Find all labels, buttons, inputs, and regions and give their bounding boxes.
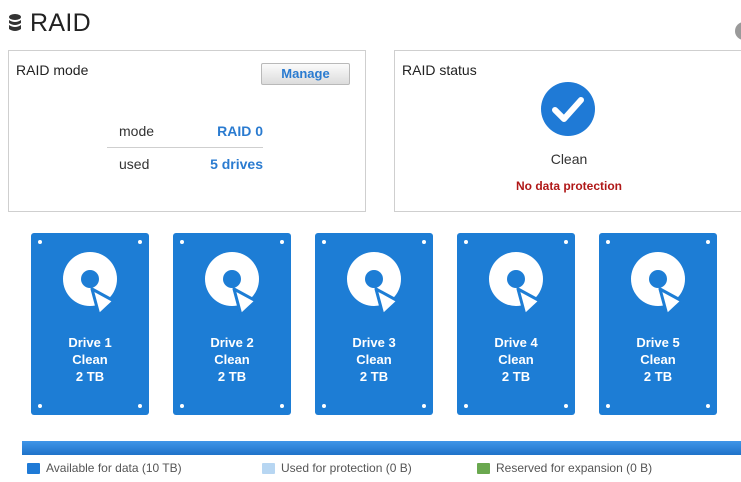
used-value: 5 drives (210, 156, 263, 172)
drive-tile[interactable]: Drive 4 Clean 2 TB (457, 233, 575, 415)
raid-protection-warning: No data protection (515, 179, 622, 193)
raid-mode-title: RAID mode (16, 62, 89, 78)
help-icon[interactable]: ? (735, 22, 741, 40)
hard-drive-icon (347, 252, 401, 317)
legend-swatch (477, 462, 490, 474)
drive-size: 2 TB (643, 369, 673, 384)
drive-name: Drive 3 (352, 335, 396, 350)
drive-tile[interactable]: Drive 2 Clean 2 TB (173, 233, 291, 415)
used-label: used (119, 156, 150, 172)
legend-swatch (262, 462, 275, 474)
legend-swatch (27, 462, 40, 474)
raid-mode-panel: RAID mode Manage mode RAID 0 used 5 driv… (8, 50, 366, 212)
screw-dot (38, 404, 42, 408)
mode-value: RAID 0 (217, 123, 263, 139)
drive-name: Drive 1 (68, 335, 112, 350)
screw-dot (606, 240, 610, 244)
drive-status: Clean (640, 352, 676, 367)
screw-dot (138, 240, 142, 244)
database-icon (9, 14, 21, 31)
screw-dot (464, 404, 468, 408)
raid-status-panel: RAID status Clean No data protection (394, 50, 741, 212)
screw-dot (464, 240, 468, 244)
screw-dot (606, 404, 610, 408)
page-header: RAID (8, 6, 91, 40)
raid-status-text: Clean (550, 151, 588, 167)
hard-drive-icon (489, 252, 543, 317)
screw-dot (422, 240, 426, 244)
mode-label: mode (119, 123, 155, 139)
drive-tile[interactable]: Drive 1 Clean 2 TB (31, 233, 149, 415)
hard-drive-icon (631, 252, 685, 317)
legend-protection: Used for protection (0 B) (262, 461, 412, 475)
legend-available: Available for data (10 TB) (27, 461, 182, 475)
screw-dot (322, 240, 326, 244)
raid-status-title: RAID status (402, 62, 477, 78)
drive-status: Clean (214, 352, 250, 367)
page-title: RAID (30, 8, 91, 37)
drive-name: Drive 4 (494, 335, 538, 350)
screw-dot (180, 240, 184, 244)
drive-size: 2 TB (359, 369, 389, 384)
legend-label: Used for protection (0 B) (281, 461, 412, 475)
screw-dot (564, 404, 568, 408)
legend-label: Reserved for expansion (0 B) (496, 461, 653, 475)
drive-name: Drive 5 (636, 335, 680, 350)
drive-tile[interactable]: Drive 3 Clean 2 TB (315, 233, 433, 415)
capacity-bar (22, 441, 741, 455)
hard-drive-icon (205, 252, 259, 317)
screw-dot (180, 404, 184, 408)
checkmark-icon (541, 82, 595, 136)
raid-mode-table: mode RAID 0 used 5 drives (107, 115, 263, 180)
screw-dot (280, 404, 284, 408)
manage-button[interactable]: Manage (261, 63, 350, 85)
legend-expansion: Reserved for expansion (0 B) (477, 461, 652, 475)
hard-drive-icon (63, 252, 117, 317)
screw-dot (322, 404, 326, 408)
screw-dot (38, 240, 42, 244)
drive-status: Clean (356, 352, 392, 367)
legend-label: Available for data (10 TB) (46, 461, 182, 475)
drive-name: Drive 2 (210, 335, 254, 350)
mode-row: mode RAID 0 (107, 115, 263, 147)
screw-dot (422, 404, 426, 408)
screw-dot (138, 404, 142, 408)
drive-status: Clean (72, 352, 108, 367)
screw-dot (280, 240, 284, 244)
drive-status: Clean (498, 352, 534, 367)
drive-size: 2 TB (217, 369, 247, 384)
drive-size: 2 TB (75, 369, 105, 384)
screw-dot (706, 240, 710, 244)
drive-tile[interactable]: Drive 5 Clean 2 TB (599, 233, 717, 415)
used-row: used 5 drives (107, 148, 263, 180)
screw-dot (564, 240, 568, 244)
screw-dot (706, 404, 710, 408)
drive-size: 2 TB (501, 369, 531, 384)
